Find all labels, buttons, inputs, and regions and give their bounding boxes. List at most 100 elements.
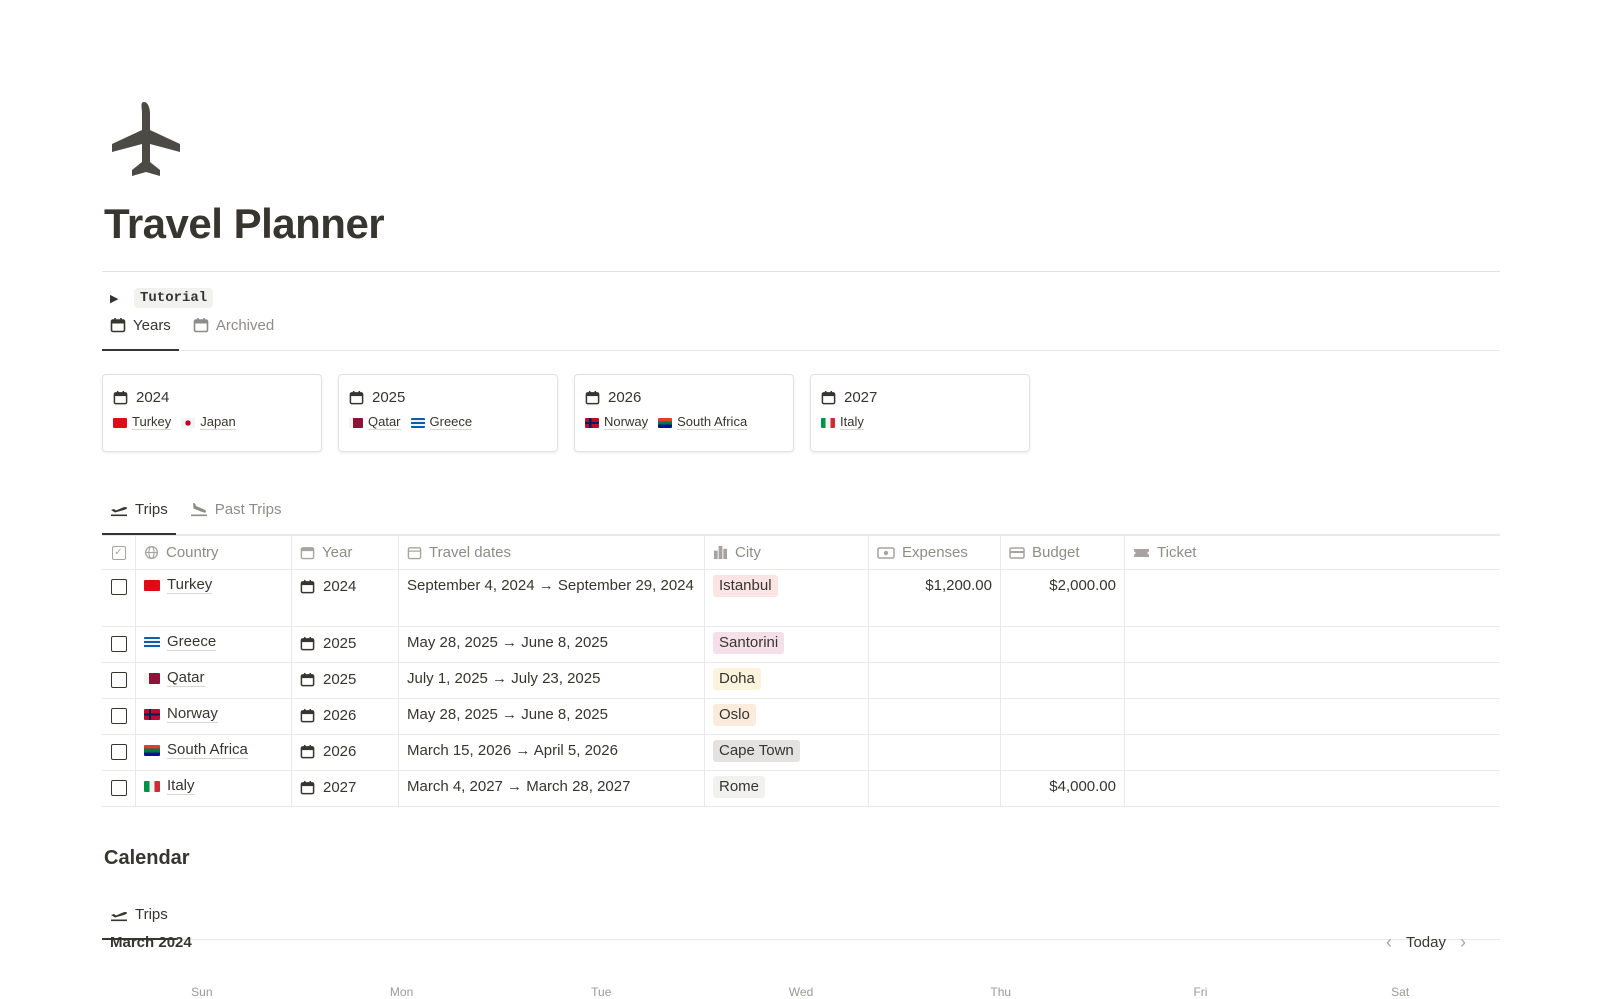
header-country[interactable]: Country	[136, 536, 292, 569]
tab-past-trips-label: Past Trips	[214, 500, 282, 518]
ticket-cell[interactable]	[1125, 699, 1500, 734]
city-cell[interactable]: Oslo	[705, 699, 869, 734]
country-name: Norway	[167, 705, 218, 723]
dates-cell[interactable]: September 4, 2024 → September 29, 2024	[399, 570, 705, 626]
italy-flag-icon	[144, 781, 160, 792]
dates-cell[interactable]: May 28, 2025 → June 8, 2025	[399, 627, 705, 662]
expenses-cell[interactable]: $1,200.00	[869, 570, 1001, 626]
budget-cell[interactable]	[1001, 663, 1125, 698]
weekday-label: Wed	[788, 985, 814, 999]
ticket-cell[interactable]	[1125, 570, 1500, 626]
dates-cell[interactable]: March 4, 2027 → March 28, 2027	[399, 771, 705, 806]
tab-archived[interactable]: Archived	[185, 310, 282, 350]
chevron-right-icon[interactable]: ›	[1460, 932, 1466, 953]
weekday-label: Mon	[389, 985, 414, 999]
budget-cell[interactable]	[1001, 735, 1125, 770]
tutorial-toggle[interactable]: ▶ Tutorial	[110, 288, 214, 308]
city-cell[interactable]: Istanbul	[705, 570, 869, 626]
header-travel-dates[interactable]: Travel dates	[399, 536, 705, 569]
calendar-icon	[300, 636, 315, 651]
tab-calendar-trips[interactable]: Trips	[102, 899, 176, 940]
ticket-cell[interactable]	[1125, 627, 1500, 662]
city-cell[interactable]: Doha	[705, 663, 869, 698]
ticket-cell[interactable]	[1125, 735, 1500, 770]
year-card-2026[interactable]: 2026 Norway South Africa	[574, 374, 794, 452]
qatar-flag-icon	[349, 417, 363, 428]
tab-trips[interactable]: Trips	[102, 494, 176, 535]
row-checkbox[interactable]	[110, 672, 127, 688]
country-link-japan[interactable]: Japan	[181, 414, 236, 430]
ticket-cell[interactable]	[1125, 663, 1500, 698]
tutorial-label: Tutorial	[134, 288, 214, 308]
table-row[interactable]: Italy 2027 March 4, 2027 → March 28, 202…	[102, 771, 1500, 807]
calendar-icon	[300, 780, 315, 795]
country-cell[interactable]: Greece	[136, 627, 292, 662]
header-ticket[interactable]: Ticket	[1125, 536, 1500, 569]
toggle-arrow-icon[interactable]: ▶	[110, 292, 122, 305]
country-link-turkey[interactable]: Turkey	[113, 414, 172, 430]
dates-cell[interactable]: July 1, 2025 → July 23, 2025	[399, 663, 705, 698]
country-cell[interactable]: Qatar	[136, 663, 292, 698]
year-cell[interactable]: 2026	[292, 699, 399, 734]
country-link-qatar[interactable]: Qatar	[349, 415, 401, 430]
chevron-left-icon[interactable]: ‹	[1386, 932, 1392, 953]
year-card-2024[interactable]: 2024 Turkey Japan	[102, 374, 322, 452]
year-cell[interactable]: 2024	[292, 570, 399, 626]
country-name: Turkey	[132, 414, 172, 430]
table-row[interactable]: Norway 2026 May 28, 2025 → June 8, 2025 …	[102, 699, 1500, 735]
country-link-greece[interactable]: Greece	[410, 415, 473, 430]
header-label: Ticket	[1157, 544, 1197, 561]
header-checkbox-cell: ✓	[102, 536, 136, 569]
header-budget[interactable]: Budget	[1001, 536, 1125, 569]
country-link-south-africa[interactable]: South Africa	[658, 415, 748, 430]
tab-past-trips[interactable]: Past Trips	[182, 494, 290, 534]
tab-years[interactable]: Years	[102, 310, 179, 351]
row-checkbox[interactable]	[110, 636, 127, 652]
year-value: 2024	[323, 578, 357, 595]
expenses-cell[interactable]	[869, 663, 1001, 698]
country-link-italy[interactable]: Italy	[821, 415, 864, 430]
today-button[interactable]: Today	[1406, 934, 1446, 951]
year-value: 2027	[323, 779, 357, 796]
norway-flag-icon	[144, 709, 160, 720]
row-checkbox[interactable]	[110, 744, 127, 760]
expenses-cell[interactable]	[869, 735, 1001, 770]
table-row[interactable]: Qatar 2025 July 1, 2025 → July 23, 2025 …	[102, 663, 1500, 699]
year-card-2025[interactable]: 2025 Qatar Greece	[338, 374, 558, 452]
city-cell[interactable]: Santorini	[705, 627, 869, 662]
table-row[interactable]: Greece 2025 May 28, 2025 → June 8, 2025 …	[102, 627, 1500, 663]
header-year[interactable]: Year	[292, 536, 399, 569]
year-cell[interactable]: 2027	[292, 771, 399, 806]
header-city[interactable]: City	[705, 536, 869, 569]
table-row[interactable]: Turkey 2024 September 4, 2024 → Septembe…	[102, 570, 1500, 627]
country-cell[interactable]: Turkey	[136, 570, 292, 626]
row-checkbox[interactable]	[110, 780, 127, 796]
table-row[interactable]: South Africa 2026 March 15, 2026 → April…	[102, 735, 1500, 771]
expenses-cell[interactable]	[869, 699, 1001, 734]
year-card-2027[interactable]: 2027 Italy	[810, 374, 1030, 452]
dates-cell[interactable]: May 28, 2025 → June 8, 2025	[399, 699, 705, 734]
ticket-cell[interactable]	[1125, 771, 1500, 806]
year-cell[interactable]: 2026	[292, 735, 399, 770]
header-expenses[interactable]: Expenses	[869, 536, 1001, 569]
budget-cell[interactable]	[1001, 699, 1125, 734]
dates-cell[interactable]: March 15, 2026 → April 5, 2026	[399, 735, 705, 770]
row-checkbox[interactable]	[110, 579, 127, 595]
budget-cell[interactable]: $4,000.00	[1001, 771, 1125, 806]
country-link-norway[interactable]: Norway	[585, 415, 649, 430]
country-name: Japan	[200, 414, 236, 430]
city-cell[interactable]: Cape Town	[705, 735, 869, 770]
row-checkbox[interactable]	[110, 708, 127, 724]
year-cell[interactable]: 2025	[292, 663, 399, 698]
airplane-icon	[112, 102, 180, 176]
budget-cell[interactable]	[1001, 627, 1125, 662]
country-cell[interactable]: Norway	[136, 699, 292, 734]
row-checkbox-cell	[102, 663, 136, 698]
expenses-cell[interactable]	[869, 627, 1001, 662]
year-cell[interactable]: 2025	[292, 627, 399, 662]
city-cell[interactable]: Rome	[705, 771, 869, 806]
country-cell[interactable]: Italy	[136, 771, 292, 806]
budget-cell[interactable]: $2,000.00	[1001, 570, 1125, 626]
expenses-cell[interactable]	[869, 771, 1001, 806]
country-cell[interactable]: South Africa	[136, 735, 292, 770]
